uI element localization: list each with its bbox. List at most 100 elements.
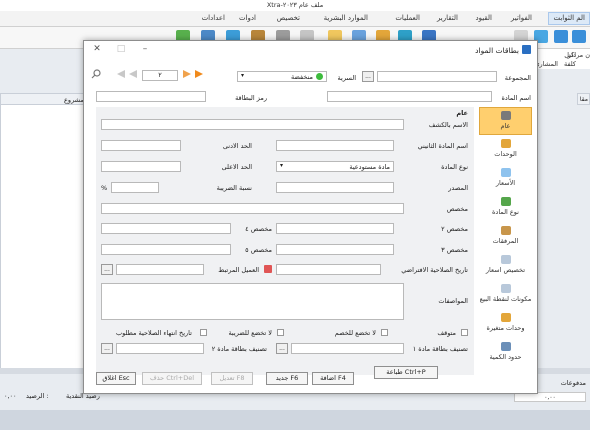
custom1-input[interactable] [101,203,404,214]
last-page-icon[interactable] [194,69,204,79]
menu-entries[interactable]: القيود [476,14,492,22]
classify2-browse-button[interactable]: ... [101,343,113,354]
first-page-icon[interactable] [116,69,126,79]
sidebar-item-pos-components[interactable]: مكونات لنقطة البيع [479,281,532,309]
gear-icon [500,111,511,120]
expiry-required-checkbox[interactable] [200,329,207,336]
maximize-icon[interactable]: □ [114,44,128,54]
expiry-default-input[interactable] [276,264,381,275]
sidebar-item-units[interactable]: الوحدات [479,136,532,164]
menu-operations[interactable]: العمليات [395,14,420,22]
dialog-sidebar: عام الوحدات الأسعار نوع المادة المرفقات … [479,107,532,375]
menu-constants[interactable]: الم الثوابت [548,12,590,25]
menu-settings[interactable]: اعدادات [202,14,225,22]
sidebar-item-label: الأسعار [495,179,516,187]
max-limit-label: الحد الاعلى [221,163,252,171]
menu-reports[interactable]: التقارير [437,14,458,22]
no-discount-label: لا تخضع للخصم [334,329,376,337]
menu-tools[interactable]: ادوات [239,14,256,22]
classify1-browse-button[interactable]: ... [276,343,288,354]
secret-select[interactable]: منخفضة ▾ [237,71,327,82]
custom3-input[interactable] [276,244,394,255]
prev-page-icon[interactable] [128,69,138,79]
next-page-icon[interactable] [182,69,192,79]
item-type-select[interactable]: مادة مستودعية ▾ [276,161,394,172]
custom2-input[interactable] [276,223,394,234]
dialog-title: بطاقات المواد [475,46,519,55]
name-in-statement-input[interactable] [101,119,404,130]
status-green-icon [316,73,323,80]
group-label: المجموعة [504,74,531,82]
alt-name-label: اسم المادة الثانيني [417,142,468,150]
custom5-label: مخصص ٥ [245,246,272,254]
app-title: Xtra-ملف عام ٢٠٢٣ [266,1,324,9]
group-browse-button[interactable]: ... [362,71,374,82]
alt-name-input[interactable] [276,140,394,151]
sidebar-item-prices[interactable]: الأسعار [479,165,532,193]
print-button[interactable]: طباعة Ctrl+P [374,366,438,379]
balance-value: ٠,٠٠ [4,392,17,400]
payments-label: مدفوعات [560,379,586,387]
section-title: عام [456,109,468,117]
stopped-checkbox[interactable] [461,329,468,336]
close-button[interactable]: اغلاق Esc [96,372,136,385]
tax-rate-input[interactable] [111,182,159,193]
item-name-input[interactable] [327,91,492,102]
background-right-strip: مقا [577,93,590,105]
sidebar-item-general[interactable]: عام [479,107,532,135]
sidebar-item-attachments[interactable]: المرفقات [479,223,532,251]
toolbar-icon-2[interactable] [554,30,568,43]
balance-label: الرصيد : [26,392,49,400]
custom5-input[interactable] [101,244,231,255]
source-input[interactable] [276,182,394,193]
classify1-input[interactable] [291,343,404,354]
specifications-textarea[interactable] [101,283,404,320]
sidebar-item-label: حدود الكمية [489,353,522,361]
classify2-input[interactable] [116,343,204,354]
new-button[interactable]: جديد F6 [266,372,308,385]
card-code-input[interactable] [96,91,206,102]
sidebar-item-item-type[interactable]: نوع المادة [479,194,532,222]
classify2-label: تصنيف بطاقة مادة ٢ [211,345,267,353]
toolbar-icon-1[interactable] [572,30,586,43]
sidebar-item-variable-units[interactable]: وحدات متغيرة [479,310,532,338]
custom4-input[interactable] [101,223,231,234]
sidebar-item-quantity-limits[interactable]: حدود الكمية [479,339,532,367]
linked-agent-browse-button[interactable]: ... [101,264,113,275]
chevron-down-icon: ▾ [241,72,245,79]
calendar-icon[interactable] [264,265,272,273]
menu-hr[interactable]: الموارد البشرية [324,14,368,22]
sidebar-item-label: وحدات متغيرة [486,324,525,332]
no-tax-checkbox[interactable] [277,329,284,336]
min-limit-input[interactable] [101,140,181,151]
tax-rate-label: نسبة الضريبة [216,184,252,192]
minimize-icon[interactable]: – [138,44,152,54]
card-code-label: رمز البطاقة [235,94,267,102]
bg-panel-text-2: كلفة [563,60,576,68]
secret-label: السرية [337,74,356,82]
sidebar-item-price-customization[interactable]: تخصيص اسعار [479,252,532,280]
dialog-title-bar: بطاقات المواد ✕ □ – [84,41,537,59]
custom2-label: مخصص ٢ [441,225,468,233]
close-icon[interactable]: ✕ [90,44,104,54]
group-input[interactable] [377,71,497,82]
max-limit-input[interactable] [101,161,181,172]
delete-button[interactable]: حذف Ctrl+Del [142,372,202,385]
percent-sign: % [101,184,108,192]
quantity-limits-icon [500,342,511,351]
linked-agent-input[interactable] [116,264,204,275]
menu-invoices[interactable]: الفواتير [511,14,532,22]
menu-customize[interactable]: تخصيص [277,14,300,22]
item-type-value: مادة مستودعية [349,163,390,171]
page-number-input[interactable]: ٢ [142,70,178,81]
secret-value: منخفضة [290,73,313,81]
search-icon[interactable] [91,69,101,79]
app-title-bar: Xtra-ملف عام ٢٠٢٣ [0,0,590,11]
add-button[interactable]: اضافة F4 [312,372,354,385]
no-discount-checkbox[interactable] [381,329,388,336]
components-icon [500,284,511,293]
price-tag-icon [500,168,511,177]
attachment-icon [500,226,511,235]
no-tax-label: لا تخضع للضريبة [228,329,272,337]
edit-button[interactable]: تعديل F8 [211,372,253,385]
